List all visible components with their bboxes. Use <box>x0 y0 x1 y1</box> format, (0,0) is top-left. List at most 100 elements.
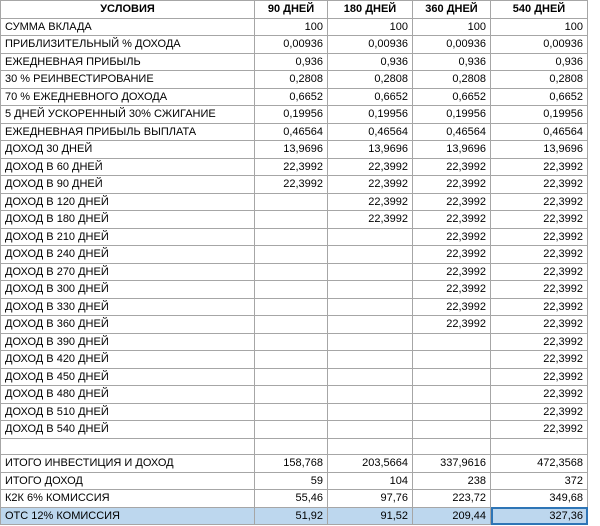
value-cell[interactable] <box>328 228 413 246</box>
value-cell[interactable] <box>255 351 328 369</box>
value-cell[interactable] <box>413 386 491 404</box>
value-cell[interactable]: 22,3992 <box>491 228 588 246</box>
value-cell[interactable] <box>255 403 328 421</box>
value-cell[interactable]: 22,3992 <box>491 316 588 334</box>
value-cell[interactable] <box>413 421 491 439</box>
value-cell[interactable]: 0,936 <box>255 53 328 71</box>
value-cell[interactable]: 22,3992 <box>328 211 413 229</box>
value-cell[interactable] <box>413 403 491 421</box>
value-cell[interactable] <box>328 403 413 421</box>
value-cell[interactable]: 0,2808 <box>328 71 413 89</box>
value-cell[interactable] <box>255 368 328 386</box>
value-cell[interactable]: 22,3992 <box>413 298 491 316</box>
value-cell[interactable]: 13,9696 <box>255 141 328 159</box>
value-cell[interactable]: 0,46564 <box>255 123 328 141</box>
row-label-cell[interactable]: ОТС 12% КОМИССИЯ <box>1 507 255 525</box>
row-label-cell[interactable]: ДОХОД В 480 ДНЕЙ <box>1 386 255 404</box>
header-cell-conditions[interactable]: УСЛОВИЯ <box>1 1 255 19</box>
value-cell[interactable]: 22,3992 <box>491 351 588 369</box>
value-cell[interactable] <box>255 246 328 264</box>
value-cell[interactable] <box>491 438 588 455</box>
value-cell[interactable]: 22,3992 <box>255 158 328 176</box>
value-cell[interactable]: 0,00936 <box>491 36 588 54</box>
value-cell[interactable]: 22,3992 <box>491 193 588 211</box>
value-cell[interactable]: 0,6652 <box>255 88 328 106</box>
row-label-cell[interactable]: ДОХОД В 210 ДНЕЙ <box>1 228 255 246</box>
value-cell[interactable]: 22,3992 <box>491 403 588 421</box>
value-cell[interactable]: 22,3992 <box>255 176 328 194</box>
value-cell[interactable]: 13,9696 <box>491 141 588 159</box>
value-cell[interactable]: 0,936 <box>328 53 413 71</box>
value-cell[interactable]: 13,9696 <box>413 141 491 159</box>
value-cell[interactable]: 349,68 <box>491 490 588 508</box>
row-label-cell[interactable]: ДОХОД В 390 ДНЕЙ <box>1 333 255 351</box>
value-cell[interactable]: 22,3992 <box>413 246 491 264</box>
value-cell[interactable]: 0,2808 <box>491 71 588 89</box>
value-cell[interactable]: 22,3992 <box>413 193 491 211</box>
value-cell[interactable]: 22,3992 <box>491 368 588 386</box>
header-cell-360-days[interactable]: 360 ДНЕЙ <box>413 1 491 19</box>
value-cell[interactable] <box>328 368 413 386</box>
row-label-cell[interactable]: 5 ДНЕЙ УСКОРЕННЫЙ 30% СЖИГАНИЕ <box>1 106 255 124</box>
value-cell[interactable]: 100 <box>491 18 588 36</box>
header-cell-90-days[interactable]: 90 ДНЕЙ <box>255 1 328 19</box>
value-cell[interactable]: 22,3992 <box>491 333 588 351</box>
value-cell[interactable]: 327,36 <box>491 507 588 525</box>
value-cell[interactable] <box>255 228 328 246</box>
value-cell[interactable]: 158,768 <box>255 455 328 473</box>
value-cell[interactable]: 472,3568 <box>491 455 588 473</box>
row-label-cell[interactable]: ДОХОД В 180 ДНЕЙ <box>1 211 255 229</box>
value-cell[interactable] <box>328 281 413 299</box>
row-label-cell[interactable]: ДОХОД В 60 ДНЕЙ <box>1 158 255 176</box>
value-cell[interactable]: 223,72 <box>413 490 491 508</box>
row-label-cell[interactable]: ИТОГО ИНВЕСТИЦИЯ И ДОХОД <box>1 455 255 473</box>
value-cell[interactable]: 22,3992 <box>491 211 588 229</box>
value-cell[interactable]: 0,936 <box>413 53 491 71</box>
value-cell[interactable]: 0,2808 <box>255 71 328 89</box>
header-cell-540-days[interactable]: 540 ДНЕЙ <box>491 1 588 19</box>
value-cell[interactable]: 22,3992 <box>491 298 588 316</box>
value-cell[interactable]: 22,3992 <box>413 228 491 246</box>
value-cell[interactable]: 337,9616 <box>413 455 491 473</box>
value-cell[interactable] <box>255 438 328 455</box>
row-label-cell[interactable]: ЕЖЕДНЕВНАЯ ПРИБЫЛЬ ВЫПЛАТА <box>1 123 255 141</box>
row-label-cell[interactable]: ДОХОД В 540 ДНЕЙ <box>1 421 255 439</box>
row-label-cell[interactable]: 30 % РЕИНВЕСТИРОВАНИЕ <box>1 71 255 89</box>
row-label-cell[interactable]: ДОХОД В 120 ДНЕЙ <box>1 193 255 211</box>
value-cell[interactable]: 51,92 <box>255 507 328 525</box>
row-label-cell[interactable]: ДОХОД В 270 ДНЕЙ <box>1 263 255 281</box>
row-label-cell[interactable]: ЕЖЕДНЕВНАЯ ПРИБЫЛЬ <box>1 53 255 71</box>
value-cell[interactable]: 0,6652 <box>413 88 491 106</box>
row-label-cell[interactable]: 70 % ЕЖЕДНЕВНОГО ДОХОДА <box>1 88 255 106</box>
value-cell[interactable]: 104 <box>328 472 413 490</box>
row-label-cell[interactable]: ДОХОД В 510 ДНЕЙ <box>1 403 255 421</box>
value-cell[interactable] <box>255 316 328 334</box>
value-cell[interactable] <box>328 438 413 455</box>
value-cell[interactable]: 209,44 <box>413 507 491 525</box>
row-label-cell[interactable]: ДОХОД В 450 ДНЕЙ <box>1 368 255 386</box>
value-cell[interactable]: 13,9696 <box>328 141 413 159</box>
value-cell[interactable]: 0,46564 <box>491 123 588 141</box>
row-label-cell[interactable]: ДОХОД В 300 ДНЕЙ <box>1 281 255 299</box>
value-cell[interactable]: 100 <box>328 18 413 36</box>
row-label-cell[interactable]: ДОХОД 30 ДНЕЙ <box>1 141 255 159</box>
value-cell[interactable] <box>328 316 413 334</box>
value-cell[interactable] <box>413 351 491 369</box>
value-cell[interactable] <box>413 368 491 386</box>
value-cell[interactable]: 0,46564 <box>328 123 413 141</box>
value-cell[interactable]: 0,19956 <box>328 106 413 124</box>
value-cell[interactable]: 22,3992 <box>413 158 491 176</box>
value-cell[interactable]: 22,3992 <box>413 211 491 229</box>
value-cell[interactable] <box>255 193 328 211</box>
value-cell[interactable] <box>328 333 413 351</box>
value-cell[interactable] <box>255 386 328 404</box>
value-cell[interactable]: 0,6652 <box>328 88 413 106</box>
value-cell[interactable] <box>255 298 328 316</box>
row-label-cell[interactable]: К2К 6% КОМИССИЯ <box>1 490 255 508</box>
header-cell-180-days[interactable]: 180 ДНЕЙ <box>328 1 413 19</box>
value-cell[interactable]: 372 <box>491 472 588 490</box>
row-label-cell[interactable]: ДОХОД В 90 ДНЕЙ <box>1 176 255 194</box>
value-cell[interactable]: 97,76 <box>328 490 413 508</box>
value-cell[interactable]: 0,19956 <box>491 106 588 124</box>
value-cell[interactable]: 0,46564 <box>413 123 491 141</box>
